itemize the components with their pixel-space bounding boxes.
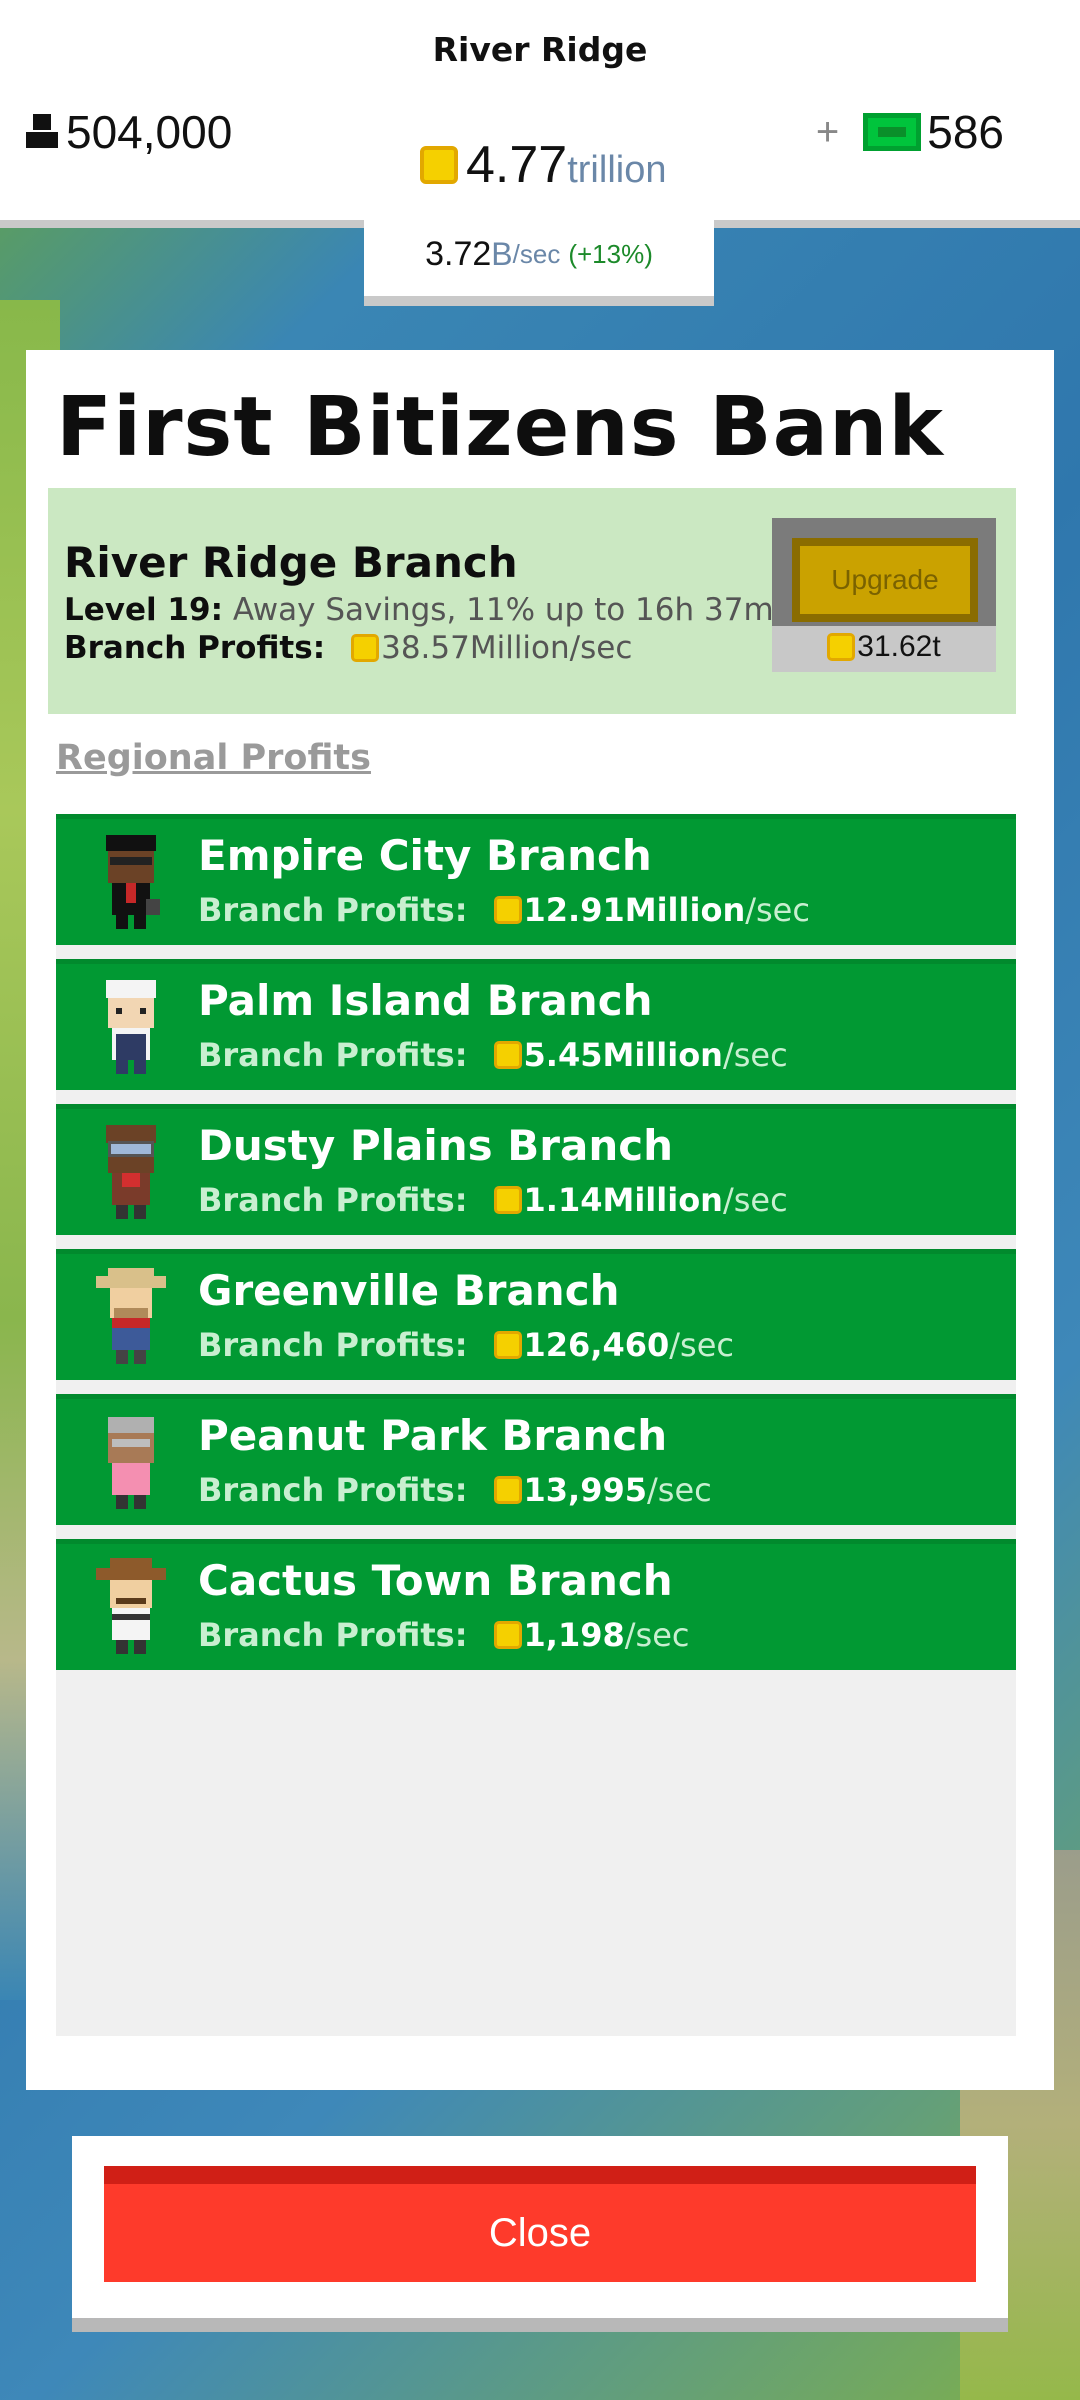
top-bar: River Ridge 504,000 4.77 trillion + 586 [0, 0, 1080, 228]
avatar [86, 1558, 176, 1658]
regional-profits-link[interactable]: Regional Profits [56, 738, 371, 778]
profits-label: Branch Profits: [198, 1036, 468, 1074]
bank-title: First Bitizens Bank [56, 380, 944, 475]
profits-persec: /sec [722, 1036, 788, 1074]
branch-name: Peanut Park Branch [198, 1411, 668, 1460]
bux-icon [863, 113, 922, 151]
population-display: 504,000 [24, 105, 232, 159]
home-branch-card: River Ridge Branch Level 19: Away Saving… [48, 488, 1016, 714]
avatar [86, 833, 176, 933]
population-value: 504,000 [66, 106, 233, 158]
upgrade-cost-value: 31.62t [857, 630, 941, 663]
branch-profits: Branch Profits: 13,995/sec [198, 1471, 712, 1509]
profits-value: 38.57Million/sec [381, 630, 633, 666]
bux-value: 586 [927, 106, 1004, 158]
list-item[interactable]: Palm Island Branch Branch Profits: 5.45M… [56, 959, 1016, 1090]
close-button[interactable]: Close [104, 2166, 976, 2282]
profits-persec: /sec [722, 1181, 788, 1219]
profits-label: Branch Profits: [198, 891, 468, 929]
avatar [86, 978, 176, 1078]
upgrade-box: Upgrade 31.62t [772, 518, 996, 672]
branch-name: Cactus Town Branch [198, 1556, 673, 1605]
coin-icon [493, 896, 522, 924]
home-branch-level: Level 19: Away Savings, 11% up to 16h 37… [64, 592, 774, 628]
coins-value: 4.77 [466, 136, 568, 194]
profits-label: Branch Profits: [198, 1326, 468, 1364]
bank-panel: First Bitizens Bank River Ridge Branch L… [26, 350, 1054, 2090]
profits-persec: /sec [669, 1326, 734, 1364]
list-item[interactable]: Greenville Branch Branch Profits: 126,46… [56, 1249, 1016, 1380]
profits-label: Branch Profits: [198, 1616, 468, 1654]
profits-persec: /sec [745, 891, 810, 929]
income-rate-tab: 3.72 B/sec (+13%) [364, 212, 714, 306]
coins-display: 4.77 trillion [420, 135, 666, 195]
branch-profits: Branch Profits: 1,198/sec [198, 1616, 689, 1654]
list-item[interactable]: Dusty Plains Branch Branch Profits: 1.14… [56, 1104, 1016, 1235]
coin-icon [351, 634, 380, 662]
coins-unit: trillion [567, 149, 667, 191]
profits-persec: /sec [647, 1471, 712, 1509]
profits-persec: /sec [624, 1616, 690, 1654]
upgrade-cost: 31.62t [772, 630, 996, 664]
profits-value: 126,460 [523, 1326, 670, 1364]
avatar [86, 1268, 176, 1368]
list-item[interactable]: Empire City Branch Branch Profits: 12.91… [56, 814, 1016, 945]
profits-label: Branch Profits: [198, 1471, 468, 1509]
profits-value: 12.91Million [523, 891, 746, 929]
profits-value: 1.14Million [523, 1181, 723, 1219]
coin-icon [493, 1476, 522, 1504]
level-label: Level 19: [64, 592, 223, 628]
profits-value: 13,995 [523, 1471, 647, 1509]
branch-profits: Branch Profits: 1.14Million/sec [198, 1181, 788, 1219]
branch-name: Palm Island Branch [198, 976, 653, 1025]
avatar [86, 1413, 176, 1513]
coin-icon [493, 1041, 522, 1069]
add-bux-button[interactable]: + [816, 110, 839, 155]
coin-icon [493, 1331, 522, 1359]
list-item[interactable]: Cactus Town Branch Branch Profits: 1,198… [56, 1539, 1016, 1670]
city-name: River Ridge [432, 30, 648, 69]
rate-persec: /sec [512, 238, 561, 269]
coin-icon [420, 146, 458, 184]
coin-icon [493, 1186, 522, 1214]
coin-icon [827, 633, 856, 661]
bux-display[interactable]: + 586 [816, 105, 1004, 159]
rate-change: (+13%) [568, 238, 653, 269]
close-container: Close [72, 2136, 1008, 2332]
branch-profits: Branch Profits: 12.91Million/sec [198, 891, 810, 929]
rate-value: 3.72 [425, 234, 492, 273]
branch-name: Greenville Branch [198, 1266, 620, 1315]
level-text: Away Savings, 11% up to 16h 37m [232, 592, 774, 628]
branch-name: Empire City Branch [198, 831, 652, 880]
profits-label: Branch Profits: [198, 1181, 468, 1219]
branch-name: Dusty Plains Branch [198, 1121, 674, 1170]
person-icon [24, 114, 60, 150]
rate-unit: B [491, 235, 513, 272]
profits-value: 5.45Million [523, 1036, 723, 1074]
home-branch-name: River Ridge Branch [64, 538, 518, 587]
upgrade-button[interactable]: Upgrade [792, 538, 978, 622]
profits-value: 1,198 [523, 1616, 625, 1654]
branch-profits: Branch Profits: 5.45Million/sec [198, 1036, 788, 1074]
branch-profits: Branch Profits: 126,460/sec [198, 1326, 734, 1364]
avatar [86, 1123, 176, 1223]
coin-icon [493, 1621, 522, 1649]
branch-list: Empire City Branch Branch Profits: 12.91… [56, 814, 1016, 2036]
home-branch-profits: Branch Profits: 38.57Million/sec [64, 630, 632, 666]
profits-label: Branch Profits: [64, 630, 326, 666]
list-item[interactable]: Peanut Park Branch Branch Profits: 13,99… [56, 1394, 1016, 1525]
